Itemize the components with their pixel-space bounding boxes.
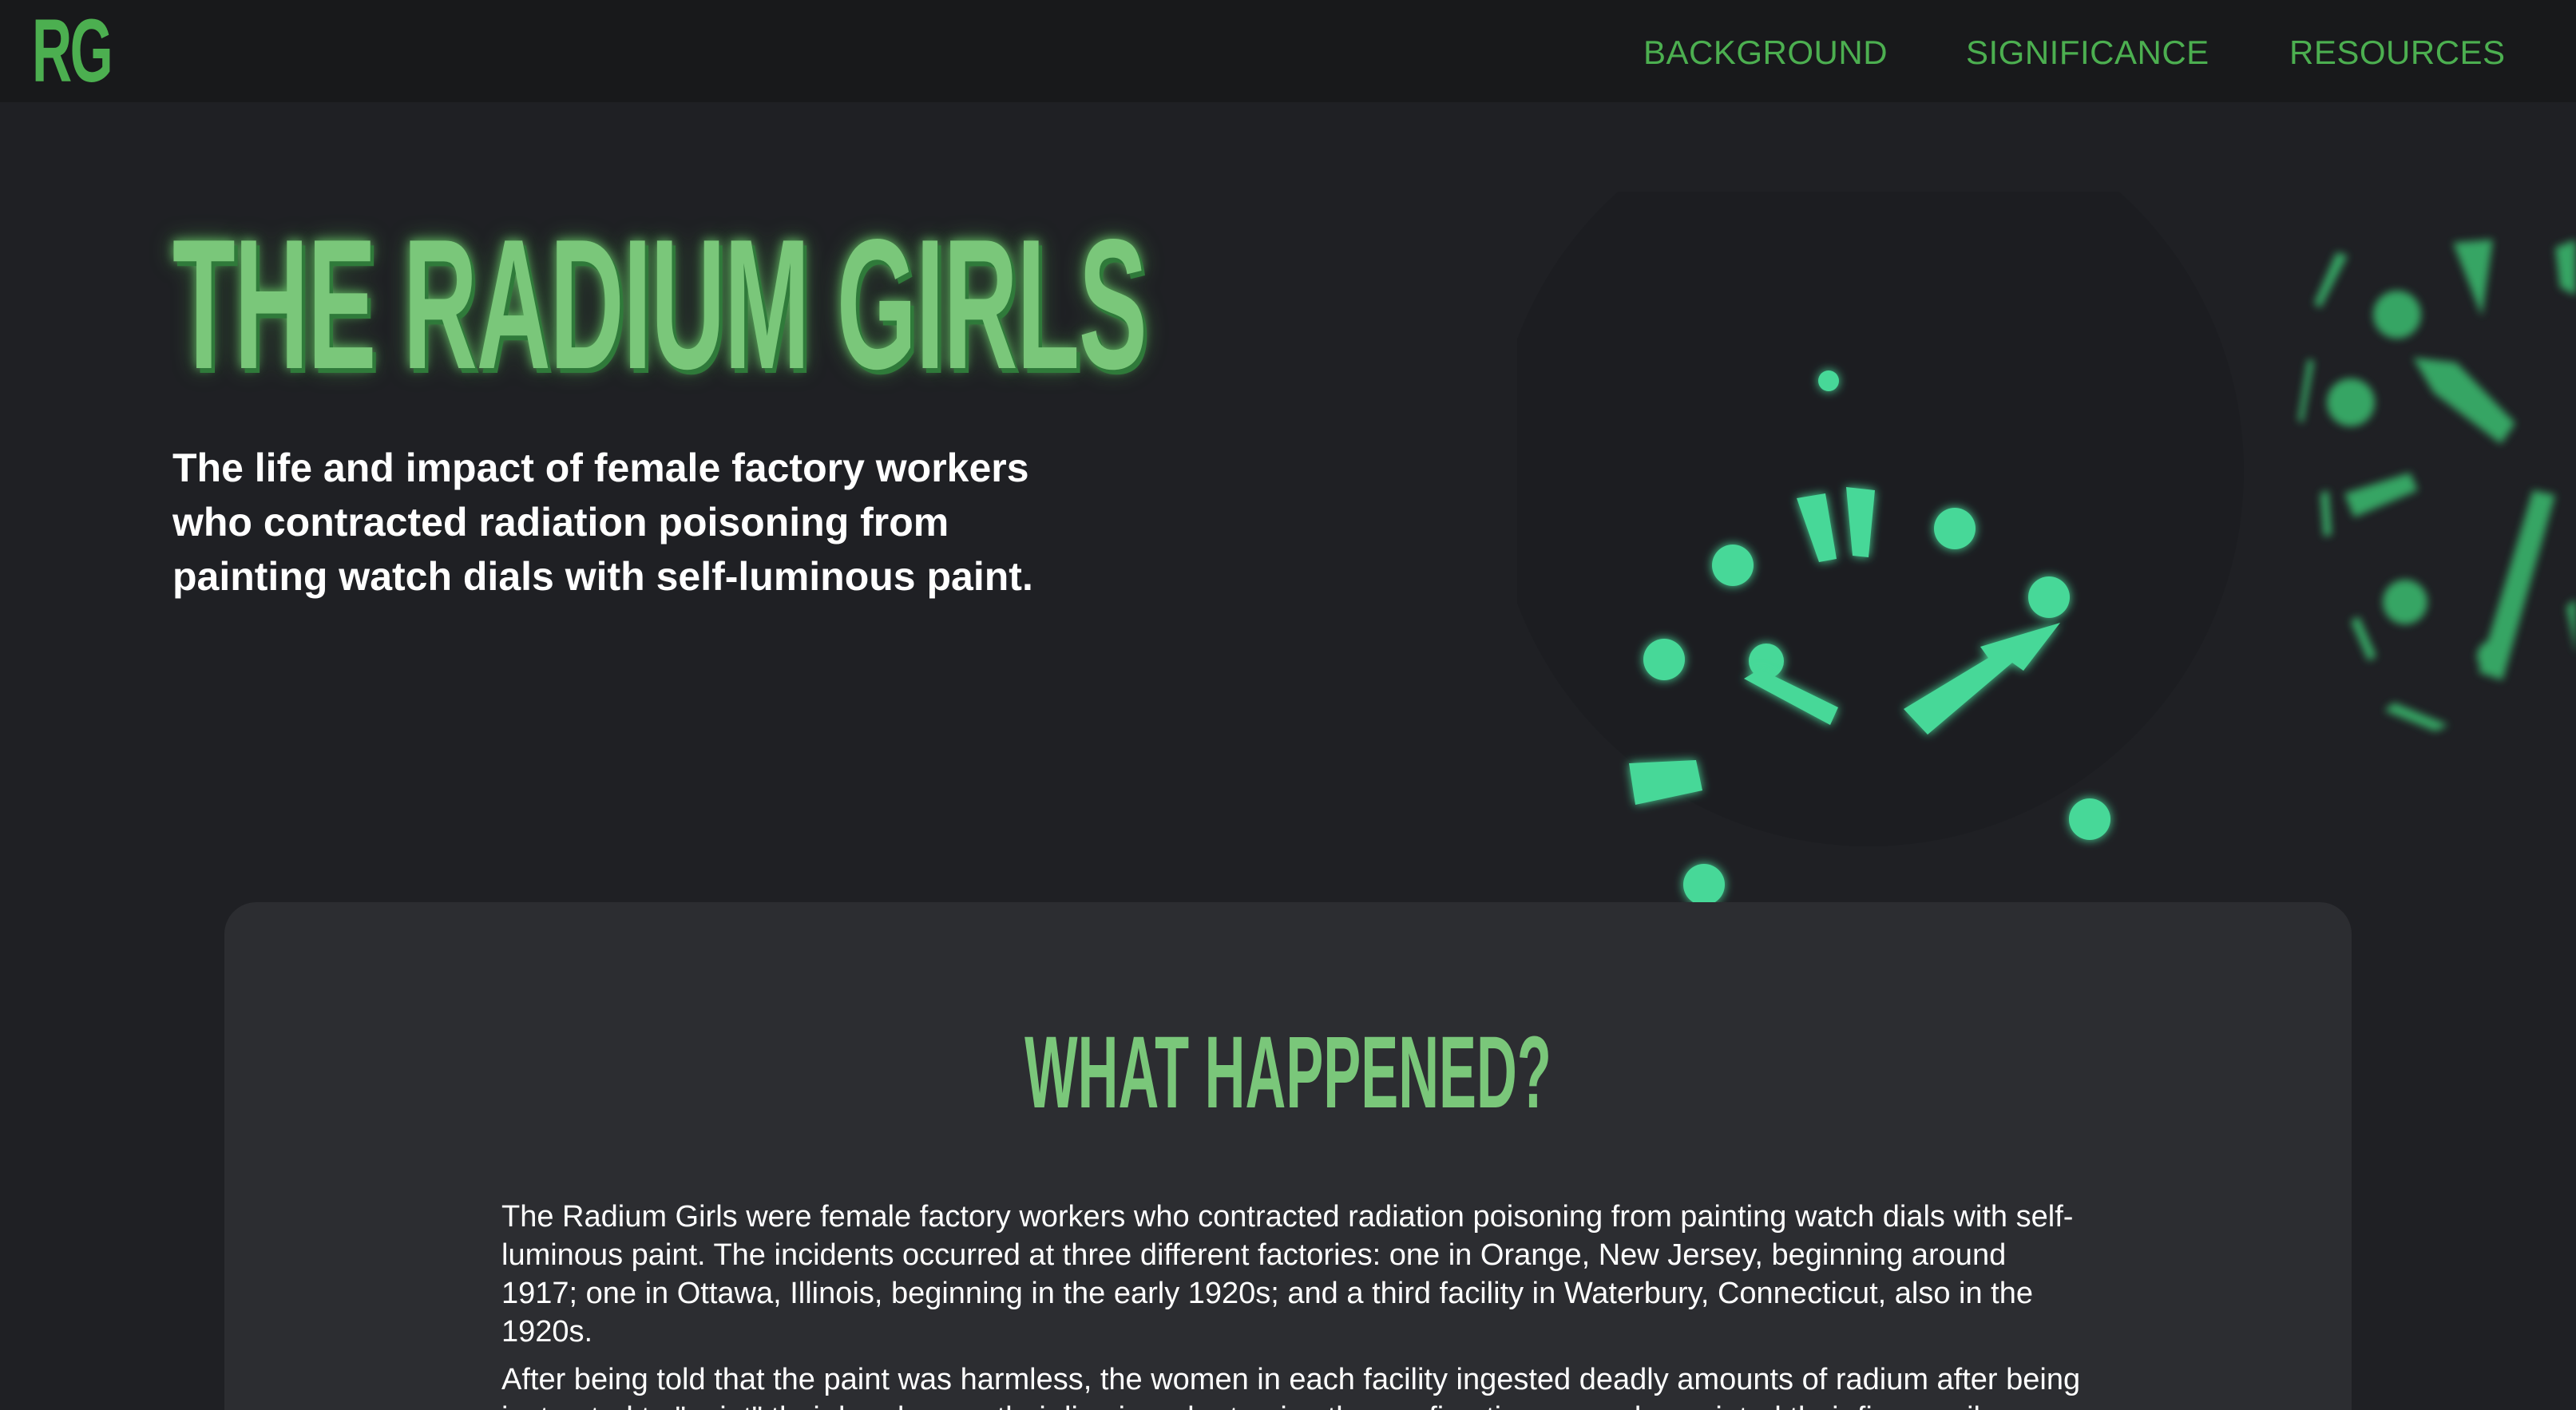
- glowing-watch-dial-illustration: [1517, 192, 2576, 902]
- nav-link-significance[interactable]: SIGNIFICANCE: [1966, 32, 2209, 73]
- page: RG BACKGROUND SIGNIFICANCE RESOURCES THE…: [0, 0, 2576, 1410]
- nav-link-resources[interactable]: RESOURCES: [2289, 32, 2506, 73]
- hero-subtitle: The life and impact of female factory wo…: [172, 446, 1033, 599]
- section-heading: WHAT HAPPENED?: [1024, 1016, 1552, 1130]
- nav-link-background[interactable]: BACKGROUND: [1643, 32, 1888, 73]
- paragraph: After being told that the paint was harm…: [501, 1363, 2081, 1410]
- paragraph: The Radium Girls were female factory wor…: [501, 1200, 2074, 1349]
- site-logo[interactable]: RG: [32, 3, 113, 99]
- top-navbar: RG BACKGROUND SIGNIFICANCE RESOURCES: [0, 0, 2576, 102]
- hero-title: THE RADIUM GIRLS: [172, 201, 1147, 408]
